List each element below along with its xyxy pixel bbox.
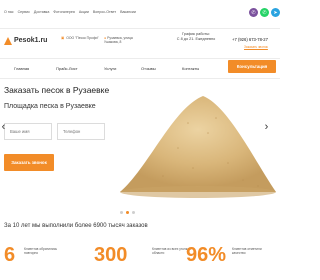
address: ●Рузаевка, улица Ушакова, 8 — [104, 36, 148, 45]
address-label: Рузаевка, улица Ушакова, 8 — [104, 36, 133, 45]
slider-next-arrow-icon[interactable]: › — [262, 120, 271, 134]
slider-dot[interactable] — [132, 211, 135, 214]
consultation-button[interactable]: Консультация — [228, 60, 276, 73]
top-bar: О нас Сервис Доставка Фотогалерея Акции … — [0, 0, 280, 25]
page-title: Заказать песок в Рузаевке — [4, 85, 110, 95]
site-header: Pesok1.ru ▣ ООО "Песок Профи" ●Рузаевка, … — [0, 28, 280, 54]
location-pin-icon: ● — [104, 36, 107, 40]
slide-subtitle: Площадка песка в Рузаевке — [4, 103, 96, 110]
phone-input[interactable] — [57, 123, 105, 140]
slider-prev-arrow-icon[interactable]: ‹ — [0, 120, 8, 134]
name-input[interactable] — [4, 123, 52, 140]
topnav-link[interactable]: Акции — [79, 10, 89, 14]
company-name: ▣ ООО "Песок Профи" — [61, 36, 99, 40]
slider-dot[interactable] — [120, 211, 123, 214]
phone-number[interactable]: +7 (926) 673-78-27 — [232, 37, 268, 42]
top-navigation: О нас Сервис Доставка Фотогалерея Акции … — [4, 10, 136, 14]
callback-link[interactable]: Заказать звонок — [244, 45, 268, 49]
nav-item-contacts[interactable]: Контакты — [182, 66, 199, 71]
nav-item-services[interactable]: Услуги — [104, 66, 116, 71]
nav-item-price[interactable]: Прайс-Лист — [56, 66, 78, 71]
viber-icon[interactable]: ✆ — [249, 8, 258, 17]
topnav-link[interactable]: Вопрос-Ответ — [93, 10, 116, 14]
order-call-button[interactable]: Заказать звонок — [4, 154, 54, 171]
hero-slider: Заказать песок в Рузаевке Площадка песка… — [0, 82, 280, 220]
schedule-value: С 8 до 21. Ежедневно — [176, 36, 216, 41]
whatsapp-icon[interactable]: ✆ — [260, 8, 269, 17]
stat-caption: Клиентов обратились повторно — [24, 247, 58, 256]
topnav-link[interactable]: Фотогалерея — [53, 10, 75, 14]
stats-heading: За 10 лет мы выполнили более 6900 тысяч … — [4, 223, 148, 229]
topnav-link[interactable]: Сервис — [18, 10, 30, 14]
nav-item-home[interactable]: Главная — [14, 66, 29, 71]
logo[interactable]: Pesok1.ru — [14, 37, 47, 44]
slider-dots — [120, 211, 135, 214]
stat-value: 6 — [4, 244, 16, 266]
sand-pile-image — [120, 96, 276, 198]
stat-value: 96% — [186, 244, 227, 266]
telegram-icon[interactable]: ➤ — [271, 8, 280, 17]
stat-caption: Клиентов отметили качество — [232, 247, 262, 256]
slider-dot-active[interactable] — [126, 211, 129, 214]
nav-item-reviews[interactable]: Отзывы — [141, 66, 156, 71]
topnav-link[interactable]: О нас — [4, 10, 14, 14]
company-label: ООО "Песок Профи" — [66, 36, 99, 40]
topnav-link[interactable]: Доставка — [34, 10, 49, 14]
stat-value: 300 — [94, 244, 128, 266]
logo-icon[interactable] — [4, 37, 12, 45]
work-schedule: График работы: С 8 до 21. Ежедневно — [176, 32, 216, 42]
topnav-link[interactable]: Вакансии — [120, 10, 136, 14]
building-icon: ▣ — [61, 36, 65, 40]
